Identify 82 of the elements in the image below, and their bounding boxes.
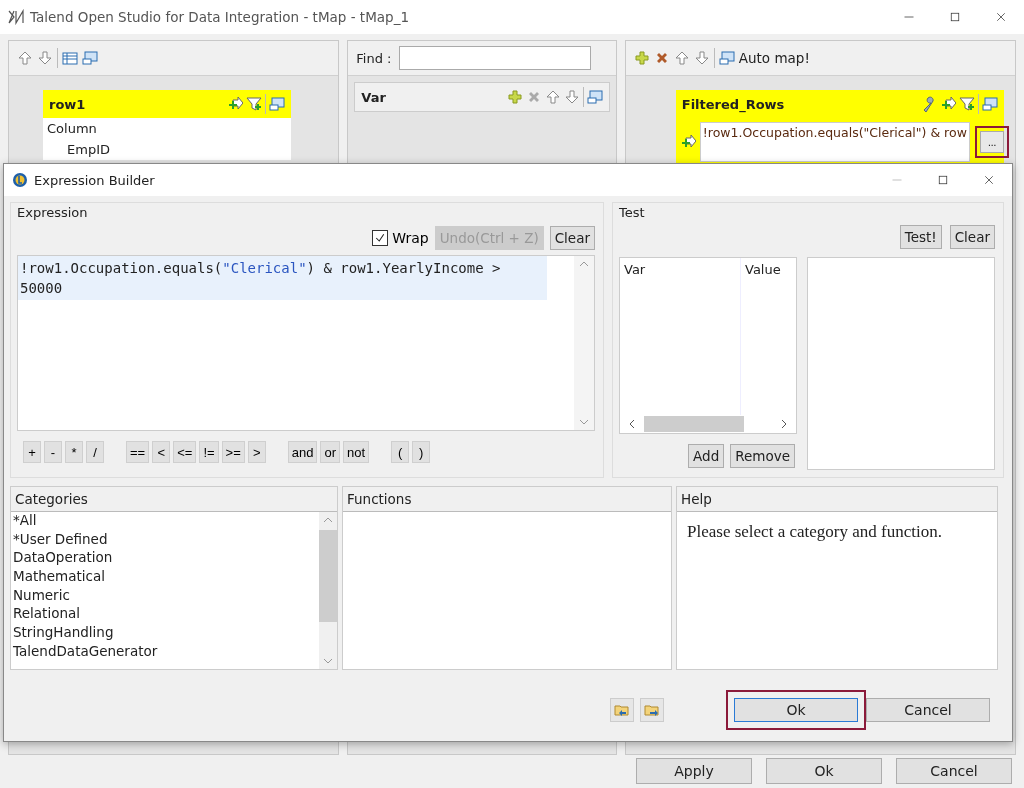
- operator-button[interactable]: *: [65, 441, 83, 463]
- category-item[interactable]: Relational: [13, 605, 319, 625]
- table-title: row1: [49, 96, 86, 112]
- maximize-icon[interactable]: [937, 174, 949, 186]
- operator-button[interactable]: (: [391, 441, 410, 463]
- operator-button[interactable]: or: [320, 441, 341, 463]
- auto-map-button[interactable]: Auto map!: [738, 50, 810, 66]
- column-header: Value: [744, 261, 782, 279]
- move-up-icon[interactable]: [17, 50, 33, 66]
- scrollbar-thumb[interactable]: [644, 416, 744, 432]
- operator-button[interactable]: /: [86, 441, 104, 463]
- group-label: Test: [619, 205, 645, 220]
- add-icon[interactable]: [506, 89, 523, 105]
- operator-button[interactable]: +: [23, 441, 41, 463]
- filter-icon[interactable]: [958, 96, 975, 112]
- dialog-title: Expression Builder: [34, 172, 155, 188]
- column-header: Categories: [11, 487, 337, 512]
- monitor-icon[interactable]: [586, 89, 603, 105]
- operator-button[interactable]: and: [287, 441, 318, 463]
- move-down-icon[interactable]: [563, 89, 580, 105]
- move-up-icon[interactable]: [673, 50, 690, 66]
- move-down-icon[interactable]: [37, 50, 53, 66]
- footer-button[interactable]: Ok: [766, 758, 882, 784]
- app-logo-icon[interactable]: [8, 9, 24, 25]
- monitor-icon[interactable]: [269, 96, 285, 112]
- add-row-icon[interactable]: [227, 96, 243, 112]
- group-label: Expression: [17, 205, 88, 220]
- table-row[interactable]: EmpID: [43, 139, 291, 160]
- column-header: Functions: [343, 487, 671, 512]
- category-item[interactable]: *User Defined: [13, 530, 319, 550]
- add-row-icon[interactable]: [939, 96, 956, 112]
- category-item[interactable]: Numeric: [13, 586, 319, 606]
- move-up-icon[interactable]: [544, 89, 561, 105]
- operator-button[interactable]: !=: [199, 441, 219, 463]
- operator-button[interactable]: <: [152, 441, 171, 463]
- operator-button[interactable]: >: [247, 441, 266, 463]
- operator-button[interactable]: <=: [173, 441, 197, 463]
- add-row-icon[interactable]: [679, 134, 696, 150]
- remove-button[interactable]: Remove: [730, 444, 795, 468]
- maximize-icon[interactable]: [949, 11, 961, 23]
- category-item[interactable]: Mathematical: [13, 568, 319, 587]
- filter-icon[interactable]: [246, 96, 262, 112]
- close-icon[interactable]: [983, 174, 995, 186]
- category-item[interactable]: TalendDataGenerator: [13, 642, 319, 662]
- column-header: Help: [677, 487, 997, 512]
- expression-code: !row1.Occupation.equals("Clerical") & row1.YearlyIncome > 50000: [18, 256, 547, 300]
- var-title: Var: [361, 89, 386, 105]
- monitor-icon[interactable]: [981, 96, 998, 112]
- category-item[interactable]: StringHandling: [13, 624, 319, 643]
- operator-button[interactable]: -: [44, 441, 62, 463]
- category-item[interactable]: *All: [13, 512, 319, 531]
- monitor-icon[interactable]: [82, 50, 98, 66]
- find-field[interactable]: [399, 46, 592, 70]
- scrollbar-thumb[interactable]: [319, 530, 337, 622]
- footer-button[interactable]: Apply: [636, 758, 752, 784]
- test-button[interactable]: Test!: [899, 225, 942, 249]
- window-title: Talend Open Studio for Data Integration - tMap - tMap_1: [30, 9, 409, 25]
- clear-button[interactable]: Clear: [549, 226, 595, 250]
- column-header: Var: [620, 258, 741, 415]
- category-item[interactable]: DataOperation: [13, 549, 319, 569]
- move-down-icon[interactable]: [693, 50, 710, 66]
- check-icon[interactable]: [374, 232, 387, 244]
- help-text: Please select a category and function.: [686, 521, 943, 543]
- close-icon[interactable]: [995, 11, 1007, 23]
- monitor-icon[interactable]: [718, 50, 735, 66]
- wrap-checkbox[interactable]: Wrap: [372, 230, 429, 246]
- clear-button[interactable]: Clear: [949, 225, 995, 249]
- operator-button[interactable]: ): [412, 441, 431, 463]
- add-icon[interactable]: [633, 50, 650, 66]
- dialog-button[interactable]: Cancel: [866, 698, 990, 722]
- operator-button[interactable]: not: [343, 441, 370, 463]
- find-label: Find :: [356, 50, 392, 66]
- filter-expression-field[interactable]: !row1.Occupation.equals("Clerical") & row: [699, 122, 971, 162]
- add-button[interactable]: Add: [688, 444, 725, 468]
- table-icon[interactable]: [62, 50, 78, 66]
- expression-editor[interactable]: !row1.Occupation.equals("Clerical") & row1.YearlyIncome > 50000: [17, 255, 595, 431]
- table-row[interactable]: Column: [43, 118, 291, 139]
- table-title: Filtered_Rows: [681, 96, 785, 112]
- footer-button[interactable]: Cancel: [896, 758, 1012, 784]
- app-logo-icon[interactable]: [12, 172, 28, 188]
- operator-button[interactable]: ==: [126, 441, 150, 463]
- operator-button[interactable]: >=: [221, 441, 245, 463]
